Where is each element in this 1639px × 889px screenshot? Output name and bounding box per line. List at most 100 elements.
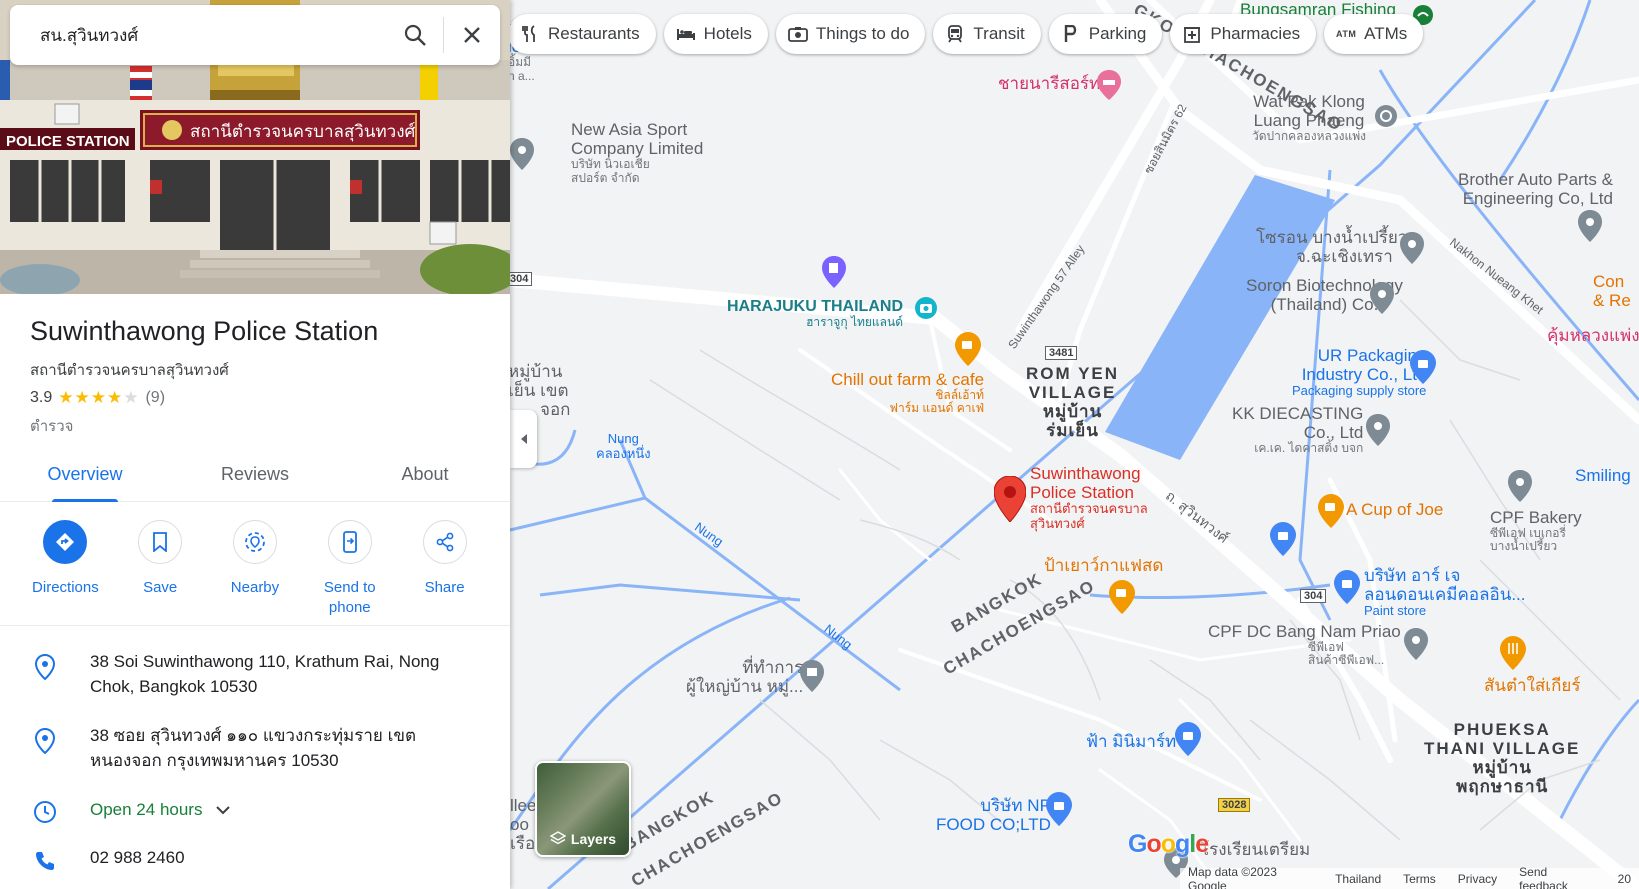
map-label-brother[interactable]: Brother Auto Parts & Engineering Co, Ltd — [1458, 170, 1613, 208]
place-category[interactable]: ตำรวจ — [30, 414, 73, 438]
tab-about[interactable]: About — [340, 450, 510, 501]
hotel-pin-icon[interactable] — [1097, 70, 1121, 105]
place-subtitle: สถานีตำรวจนครบาลสุวินทวงศ์ — [30, 362, 229, 379]
place-pin-icon[interactable] — [1370, 282, 1394, 319]
privacy-link[interactable]: Privacy — [1458, 872, 1497, 886]
map-label-cpf-bakery[interactable]: CPF Bakery ซีพีเอฟ เบเกอรี่ บางน้ำเปรี้ย… — [1490, 508, 1582, 554]
place-pin-icon[interactable] — [1578, 210, 1602, 247]
map-label-chill-out[interactable]: Chill out farm & cafe ชิลล์เอ้าท์ ฟาร์ม … — [831, 370, 984, 416]
cafe-pin-icon[interactable] — [955, 332, 981, 371]
terms-link[interactable]: Terms — [1403, 872, 1436, 886]
close-search-button[interactable] — [444, 5, 500, 65]
map-label-harajuku[interactable]: HARAJUKU THAILAND ฮาราจูกุ ไทยแลนด์ — [727, 298, 903, 329]
map-label-new-asia[interactable]: New Asia Sport Company Limited บริษัท นิ… — [571, 120, 703, 185]
photo-sign-text: POLICE STATION — [6, 133, 130, 150]
map-label-line: ฟาร์ม แอนด์ คาเฟ่ — [889, 401, 985, 416]
map-label-ur-packaging[interactable]: UR Packaging Industry Co., Ltd Packaging… — [1292, 346, 1426, 399]
map-label-wat-pak[interactable]: Wat Pak Klong Luang Phaeng วัดปากคลองหลว… — [1252, 92, 1366, 144]
map-label-chainari[interactable]: ชายนารีสอร์ท — [998, 74, 1100, 93]
map-label-line: Suwinthawong — [1030, 464, 1141, 483]
chip-pharmacies[interactable]: Pharmacies — [1170, 14, 1317, 54]
nearby-button[interactable]: Nearby — [210, 520, 300, 625]
tab-reviews[interactable]: Reviews — [170, 450, 340, 501]
map-label-teekam[interactable]: ที่ทำการ ผู้ใหญ่บ้าน หมู่... — [686, 658, 803, 696]
google-logo-letter: g — [1175, 830, 1190, 858]
google-logo-letter: o — [1146, 830, 1161, 858]
map-footer: Map data ©2023 Google Thailand Terms Pri… — [1180, 865, 1639, 889]
map-label-line: Con — [1593, 272, 1625, 291]
chip-hotels[interactable]: Hotels — [663, 14, 768, 54]
chevron-down-icon[interactable] — [216, 805, 231, 815]
send-feedback-link[interactable]: Send feedback — [1519, 865, 1596, 889]
map-label-sorn[interactable]: โซรอน บางน้ำเปรี้ยว จ.ฉะเชิงเทรา — [1256, 228, 1407, 266]
map-label-line: คลองหนึ่ง — [596, 445, 651, 461]
place-pin-icon[interactable] — [510, 138, 534, 175]
place-pin-icon[interactable] — [1366, 414, 1390, 451]
map-label-khum[interactable]: คุ้มหลวงแพ่ง — [1547, 326, 1639, 345]
place-pin-icon[interactable] — [1404, 628, 1428, 665]
send-to-phone-icon — [327, 520, 372, 564]
action-label: Save — [143, 579, 178, 596]
map-label-payao[interactable]: ป้าเยาว์กาแฟสด — [1044, 556, 1163, 575]
collapse-panel-button[interactable] — [510, 410, 537, 468]
action-label: Send to phone — [323, 579, 376, 617]
phone-row[interactable]: 02 988 2460 — [0, 846, 510, 872]
place-pin-icon[interactable] — [1400, 232, 1424, 269]
place-title: Suwinthawong Police Station — [30, 316, 379, 346]
map-label-santai[interactable]: สันต๋าใส่เกียร์ — [1484, 676, 1580, 695]
directions-button[interactable]: Directions — [20, 520, 110, 625]
search-input[interactable]: สน.สุวินทวงศ์ — [10, 22, 387, 49]
search-button[interactable] — [387, 5, 443, 65]
temple-pin-icon[interactable] — [1374, 104, 1398, 133]
map-label-con[interactable]: Con & Re — [1593, 272, 1631, 310]
shop-pin-icon[interactable] — [1334, 570, 1360, 609]
map-label-selected-place[interactable]: Suwinthawong Police Station สถานีตำรวจนค… — [1030, 464, 1148, 531]
map-label-kk-diecasting[interactable]: KK DIECASTING Co., Ltd เค.เค. ไดคาสติ้ง … — [1232, 404, 1363, 456]
atm-icon: ATM — [1336, 29, 1357, 39]
map-label-smiling[interactable]: Smiling — [1575, 466, 1631, 485]
tab-overview[interactable]: Overview — [0, 450, 170, 502]
reviews-count-link[interactable]: (9) — [145, 389, 165, 407]
map-label-school[interactable]: โรงเรียนเตรียม — [1200, 840, 1310, 859]
place-tabs: Overview Reviews About — [0, 450, 510, 502]
camera-pin-icon[interactable] — [914, 296, 938, 325]
government-pin-icon[interactable] — [800, 660, 824, 697]
cafe-pin-icon[interactable] — [1318, 494, 1344, 533]
shop-pin-icon[interactable] — [1270, 522, 1296, 561]
chip-parking[interactable]: Parking — [1048, 14, 1163, 54]
restaurant-icon — [520, 24, 540, 44]
map-label-np-food[interactable]: บริษัท NP FOOD CO;LTD — [936, 796, 1051, 834]
chip-atms[interactable]: ATM ATMs — [1324, 14, 1424, 54]
map-label-line: Paint store — [1364, 603, 1427, 619]
save-button[interactable]: Save — [115, 520, 205, 625]
layers-button[interactable]: Layers — [535, 761, 631, 857]
map-label-line: n a... — [508, 68, 535, 83]
map-label-line: ร่มเย็น — [1046, 421, 1099, 441]
shop-pin-icon[interactable] — [1046, 792, 1072, 831]
chip-restaurants[interactable]: Restaurants — [508, 14, 656, 54]
address-row[interactable]: 38 Soi Suwinthawong 110, Krathum Rai, No… — [0, 650, 510, 699]
region-link[interactable]: Thailand — [1335, 872, 1381, 886]
fuel-pin-icon[interactable] — [822, 256, 846, 293]
pharmacy-icon — [1182, 24, 1202, 44]
restaurant-pin-icon[interactable] — [1500, 636, 1526, 675]
chip-things-to-do[interactable]: Things to do — [775, 14, 926, 54]
send-to-phone-button[interactable]: Send to phone — [305, 520, 395, 625]
map-label-fah-minimart[interactable]: ฟ้า มินิมาร์ท — [1086, 732, 1176, 751]
shop-pin-icon[interactable] — [1175, 722, 1201, 761]
hours-row[interactable]: Open 24 hours — [0, 796, 510, 824]
map-label-cpf-dc[interactable]: CPF DC Bang Nam Priao ซีพีเอฟ สินค้าซีพี… — [1208, 622, 1401, 668]
chip-label: Things to do — [815, 24, 910, 43]
address-th-row[interactable]: 38 ซอย สุวินทวงศ์ ๑๑๐ แขวงกระทุ่มราย เขต… — [0, 724, 510, 773]
cafe-pin-icon[interactable] — [1109, 580, 1135, 619]
chip-transit[interactable]: Transit — [933, 14, 1041, 54]
map-label-line: สปอร์ต จำกัด — [571, 170, 640, 185]
shop-pin-icon[interactable] — [1410, 350, 1436, 389]
scale-label[interactable]: 20 — [1618, 872, 1631, 886]
map-label-ar-j[interactable]: บริษัท อาร์ เจ ลอนดอนเคมีคอลอิน... Paint… — [1364, 566, 1526, 619]
map-label-line: บริษัท อาร์ เจ — [1364, 566, 1461, 585]
share-button[interactable]: Share — [400, 520, 490, 625]
place-pin-icon[interactable] — [1508, 470, 1532, 507]
selected-place-pin-icon[interactable] — [993, 475, 1027, 527]
map-label-cup-of-joe[interactable]: A Cup of Joe — [1346, 500, 1443, 519]
